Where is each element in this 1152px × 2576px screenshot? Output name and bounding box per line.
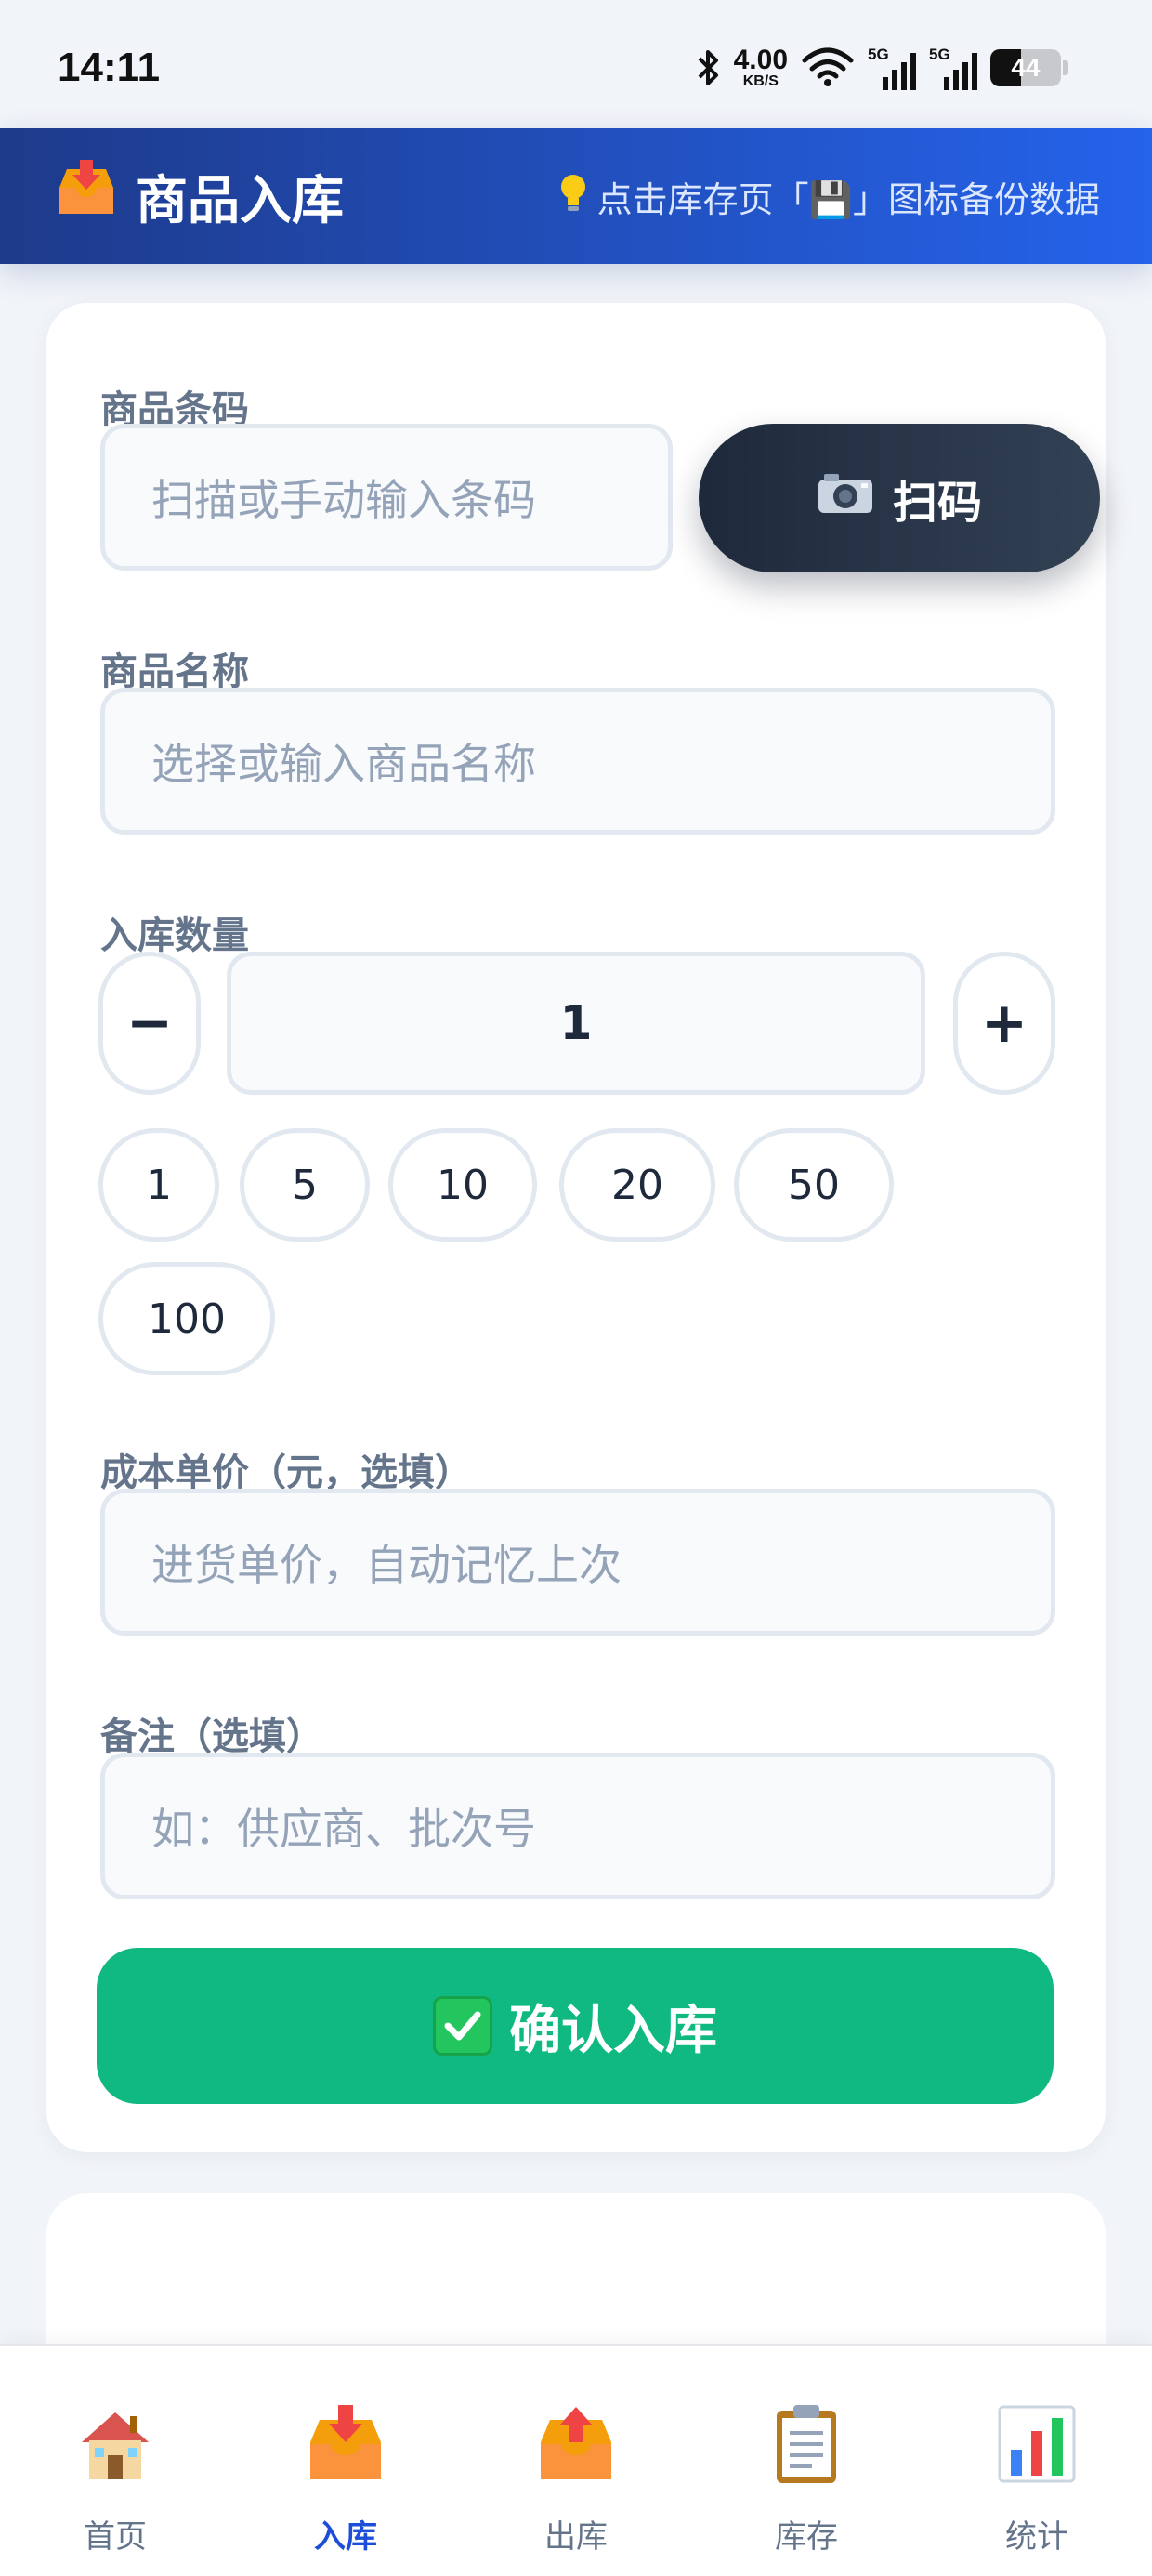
quantity-input[interactable]: 1 bbox=[227, 952, 925, 1095]
barcode-input[interactable]: 扫描或手动输入条码 bbox=[100, 424, 673, 571]
wifi-icon bbox=[801, 46, 855, 91]
check-mark-icon bbox=[433, 1996, 492, 2056]
battery-icon: 44 bbox=[990, 49, 1061, 86]
cost-input[interactable]: 进货单价，自动记忆上次 bbox=[100, 1489, 1055, 1636]
network-speed: 4.00 KB/S bbox=[733, 45, 788, 89]
app-header: 商品入库 点击库存页「💾」图标备份数据 bbox=[0, 128, 1152, 264]
increase-quantity-button[interactable]: + bbox=[953, 952, 1055, 1095]
inbox-tray-icon bbox=[303, 2401, 388, 2487]
quick-quantity-chip[interactable]: 5 bbox=[240, 1128, 370, 1242]
quick-quantity-chip[interactable]: 100 bbox=[98, 1262, 275, 1375]
backup-hint: 点击库存页「💾」图标备份数据 bbox=[558, 128, 1100, 264]
quick-quantity-chip[interactable]: 1 bbox=[98, 1128, 219, 1242]
outbox-tray-icon bbox=[533, 2401, 619, 2487]
bluetooth-icon bbox=[697, 47, 721, 88]
product-name-input[interactable]: 选择或输入商品名称 bbox=[100, 688, 1055, 835]
camera-icon bbox=[817, 470, 874, 526]
nav-item-home[interactable]: 首页 bbox=[0, 2346, 230, 2576]
status-bar: 14:11 4.00 KB/S 5G 5G 44 bbox=[0, 0, 1152, 128]
stock-in-form: 商品条码 扫描或手动输入条码 扫码 商品名称 选择或输入商品名称 入库数量 − … bbox=[46, 303, 1106, 2152]
bottom-nav: 首页 入库 出库 库存 统计 bbox=[0, 2344, 1152, 2576]
clipboard-icon bbox=[764, 2401, 849, 2487]
nav-item-stock-out[interactable]: 出库 bbox=[461, 2346, 691, 2576]
house-icon bbox=[72, 2401, 158, 2487]
confirm-stock-in-button[interactable]: 确认入库 bbox=[97, 1948, 1054, 2104]
page-title: 商品入库 bbox=[54, 128, 344, 264]
quick-quantity-chip[interactable]: 10 bbox=[388, 1128, 537, 1242]
lightbulb-icon bbox=[558, 172, 588, 221]
decrease-quantity-button[interactable]: − bbox=[98, 952, 201, 1095]
signal-icon: 5G bbox=[929, 46, 977, 90]
quick-quantity-chip[interactable]: 50 bbox=[734, 1128, 894, 1242]
quantity-label: 入库数量 bbox=[100, 914, 249, 957]
scan-button[interactable]: 扫码 bbox=[699, 424, 1100, 572]
bar-chart-icon bbox=[994, 2401, 1080, 2487]
signal-icon: 5G bbox=[868, 46, 916, 90]
nav-item-stock-in[interactable]: 入库 bbox=[230, 2346, 461, 2576]
quick-quantity-chip[interactable]: 20 bbox=[559, 1128, 715, 1242]
status-time: 14:11 bbox=[58, 45, 161, 90]
note-input[interactable]: 如：供应商、批次号 bbox=[100, 1753, 1055, 1899]
nav-item-inventory[interactable]: 库存 bbox=[691, 2346, 922, 2576]
nav-item-statistics[interactable]: 统计 bbox=[922, 2346, 1152, 2576]
status-icons: 4.00 KB/S 5G 5G 44 bbox=[697, 41, 1068, 95]
inbox-tray-icon bbox=[54, 160, 119, 232]
